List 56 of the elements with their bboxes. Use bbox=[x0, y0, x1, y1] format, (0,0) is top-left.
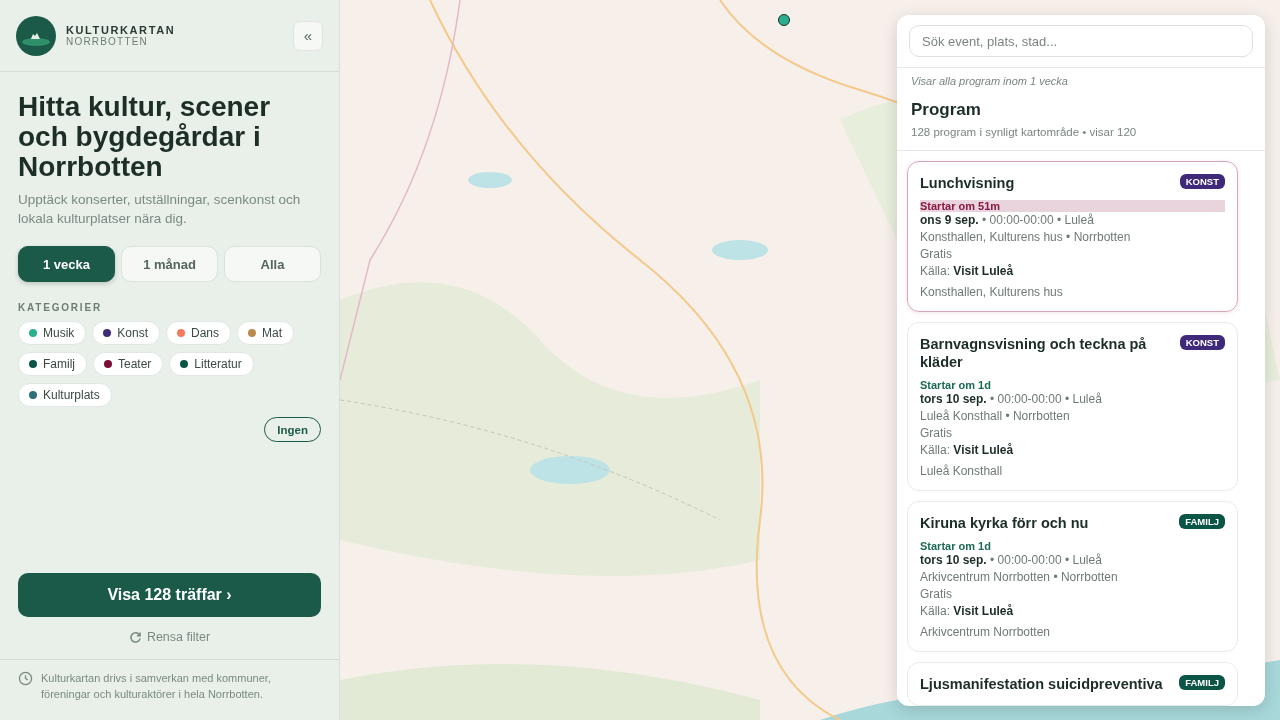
event-price: Gratis bbox=[920, 586, 953, 603]
period-tab[interactable]: 1 månad bbox=[121, 246, 218, 282]
footer-text: Kulturkartan drivs i samverkan med kommuner, föreningar och kulturaktörer i hela Norrbotten. bbox=[41, 671, 272, 702]
event-source: Källa: Visit Luleå bbox=[920, 603, 1015, 620]
category-tag: FAMILJ bbox=[1179, 675, 1225, 690]
event-location: Luleå Konsthall bbox=[920, 464, 1004, 478]
period-tab[interactable]: Alla bbox=[224, 246, 321, 282]
event-source: Källa: Visit Luleå bbox=[920, 442, 1015, 459]
category-chip[interactable]: Litteratur bbox=[169, 352, 254, 376]
event-date: tors 10 sep. • 00:00-00:00 • Luleå bbox=[920, 391, 1103, 408]
category-tag: KONST bbox=[1179, 335, 1225, 350]
event-venue: Konsthallen, Kulturens hus • Norrbotten bbox=[920, 229, 1132, 246]
brand-region: NORRBOTTEN bbox=[66, 36, 149, 47]
category-chip[interactable]: Kulturplats bbox=[18, 383, 112, 407]
event-date: ons 9 sep. • 00:00-00:00 • Luleå bbox=[920, 212, 1095, 229]
event-source: Källa: Visit Luleå bbox=[920, 263, 1015, 280]
event-price: Gratis bbox=[920, 425, 953, 442]
event-title: Ljusmanifestation suicidpreventiva bbox=[920, 675, 1163, 693]
event-title: Barnvagnsvisning och teckna på kläder bbox=[920, 335, 1148, 371]
search-field[interactable]: Sök event, plats, stad... bbox=[909, 25, 1253, 57]
category-chip[interactable]: Konst bbox=[92, 321, 161, 345]
brand-name: KULTURKARTAN bbox=[66, 24, 177, 36]
intro-text: Upptäck konserter, utställningar, scenkonst och lokala kulturplatser nära dig. bbox=[18, 191, 302, 228]
refresh-icon bbox=[128, 630, 142, 644]
event-location: Arkivcentrum Norrbotten bbox=[920, 625, 1052, 639]
start-countdown: Startar om 51m bbox=[920, 200, 1225, 212]
category-chip[interactable]: Teater bbox=[93, 352, 164, 376]
category-chip[interactable]: Dans bbox=[166, 321, 232, 345]
start-countdown: Startar om 1d bbox=[920, 540, 991, 552]
event-title: Lunchvisning bbox=[920, 174, 1015, 192]
logo-icon bbox=[16, 15, 56, 56]
category-tag: KONST bbox=[1179, 174, 1225, 189]
event-location: Konsthallen, Kulturens hus bbox=[920, 285, 1064, 299]
event-price: Gratis bbox=[920, 246, 953, 263]
event-date: tors 10 sep. • 00:00-00:00 • Luleå bbox=[920, 552, 1103, 569]
event-card[interactable]: Kiruna kyrka förr och nu FAMILJ Startar om 1d tors 10 sep. • 00:00-00:00 • Luleå Arkivcentrum Norrbotten • Norrbotten Gratis Källa: Visit Luleå Arkivcentrum Norrbotten bbox=[907, 501, 1238, 652]
event-card[interactable]: Lunchvisning KONST Startar om 51m ons 9 sep. • 00:00-00:00 • Luleå Konsthallen, Kulturens hus • Norrbotten Gratis Källa: Visit Luleå Konsthallen, Kulturens hus bbox=[907, 161, 1238, 312]
category-chip[interactable]: Musik bbox=[18, 321, 87, 345]
category-chip[interactable]: Familj bbox=[18, 352, 87, 376]
category-chip[interactable]: Mat bbox=[237, 321, 295, 345]
result-summary: 128 program i synligt kartområde • visar 120 bbox=[911, 126, 1138, 138]
period-tab[interactable]: 1 vecka bbox=[18, 246, 115, 282]
collapse-button[interactable]: « bbox=[293, 20, 323, 51]
category-tag: FAMILJ bbox=[1179, 514, 1225, 529]
section-label: KATEGORIER bbox=[18, 302, 103, 313]
event-title: Kiruna kyrka förr och nu bbox=[920, 514, 1089, 532]
start-countdown: Startar om 1d bbox=[920, 379, 991, 391]
page-heading: Hitta kultur, scener och bygdegårdar i Norrbotten bbox=[18, 92, 272, 182]
panel-title: Program bbox=[911, 100, 982, 120]
show-results-button[interactable]: Visa 128 träffar › bbox=[18, 573, 321, 617]
event-venue: Luleå Konsthall • Norrbotten bbox=[920, 408, 1071, 425]
event-card[interactable]: Barnvagnsvisning och teckna på kläder KONST Startar om 1d tors 10 sep. • 00:00-00:00 • Luleå Luleå Konsthall • Norrbotten Gratis Källa: Visit Luleå Luleå Konsthall bbox=[907, 322, 1238, 491]
clock-icon bbox=[18, 671, 33, 686]
event-venue: Arkivcentrum Norrbotten • Norrbotten bbox=[920, 569, 1119, 586]
scope-note: Visar alla program inom 1 vecka bbox=[911, 75, 1069, 87]
event-card[interactable]: Ljusmanifestation suicidpreventiva FAMILJ bbox=[907, 662, 1238, 706]
